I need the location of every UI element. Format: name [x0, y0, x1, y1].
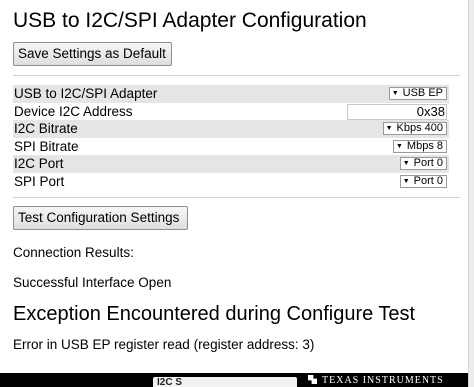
- setting-row-i2c-address: Device I2C Address 0x38: [13, 103, 449, 121]
- setting-label: SPI Bitrate: [14, 138, 79, 154]
- adapter-select-value: USB EP: [402, 87, 443, 99]
- page-title: USB to I2C/SPI Adapter Configuration: [13, 9, 367, 32]
- divider: [13, 75, 460, 76]
- chevron-down-icon: ▼: [402, 177, 410, 185]
- brand-name: TEXAS INSTRUMENTS: [322, 375, 444, 386]
- setting-label: I2C Port: [14, 156, 64, 171]
- spi-bitrate-select[interactable]: ▼ Mbps 8: [392, 139, 447, 153]
- i2c-bitrate-select[interactable]: ▼ Kbps 400: [382, 122, 447, 135]
- spi-port-select-value: Port 0: [413, 174, 443, 187]
- footer-bar: I2C S TEXAS INSTRUMENTS: [0, 373, 468, 387]
- footer-chip: I2C S: [153, 377, 297, 387]
- setting-row-spi-bitrate: SPI Bitrate ▼ Mbps 8: [13, 138, 449, 156]
- setting-label: SPI Port: [14, 173, 65, 189]
- exception-heading: Exception Encountered during Configure T…: [13, 303, 416, 325]
- connection-result: Successful Interface Open: [13, 275, 172, 290]
- chevron-down-icon: ▼: [391, 90, 399, 97]
- setting-row-i2c-bitrate: I2C Bitrate ▼ Kbps 400: [13, 120, 449, 138]
- setting-row-spi-port: SPI Port ▼ Port 0: [13, 173, 449, 191]
- setting-row-adapter: USB to I2C/SPI Adapter ▼ USB EP: [13, 85, 449, 103]
- test-configuration-button[interactable]: Test Configuration Settings: [13, 206, 188, 230]
- chevron-down-icon: ▼: [395, 142, 403, 150]
- setting-label: Device I2C Address: [14, 103, 133, 119]
- adapter-select[interactable]: ▼ USB EP: [388, 87, 447, 100]
- brand: TEXAS INSTRUMENTS: [308, 375, 444, 386]
- i2c-port-select[interactable]: ▼ Port 0: [399, 157, 447, 170]
- spi-bitrate-select-value: Mbps 8: [406, 139, 443, 152]
- chevron-down-icon: ▼: [385, 125, 393, 132]
- setting-row-i2c-port: I2C Port ▼ Port 0: [13, 155, 449, 173]
- setting-label: USB to I2C/SPI Adapter: [14, 86, 158, 101]
- window-border: [468, 0, 474, 387]
- spi-port-select[interactable]: ▼ Port 0: [399, 174, 447, 188]
- save-settings-button[interactable]: Save Settings as Default: [13, 42, 172, 66]
- connection-results-label: Connection Results:: [13, 245, 134, 260]
- chevron-down-icon: ▼: [402, 160, 410, 167]
- setting-label: I2C Bitrate: [14, 121, 78, 136]
- i2c-bitrate-select-value: Kbps 400: [396, 122, 443, 134]
- settings-table: USB to I2C/SPI Adapter ▼ USB EP Device I…: [13, 85, 449, 190]
- config-panel: USB to I2C/SPI Adapter Configuration Sav…: [0, 0, 460, 373]
- error-message: Error in USB EP register read (register …: [13, 337, 315, 352]
- texas-instruments-logo-icon: [308, 375, 317, 384]
- divider: [13, 197, 460, 198]
- i2c-address-input[interactable]: 0x38: [347, 103, 447, 120]
- i2c-port-select-value: Port 0: [413, 157, 443, 169]
